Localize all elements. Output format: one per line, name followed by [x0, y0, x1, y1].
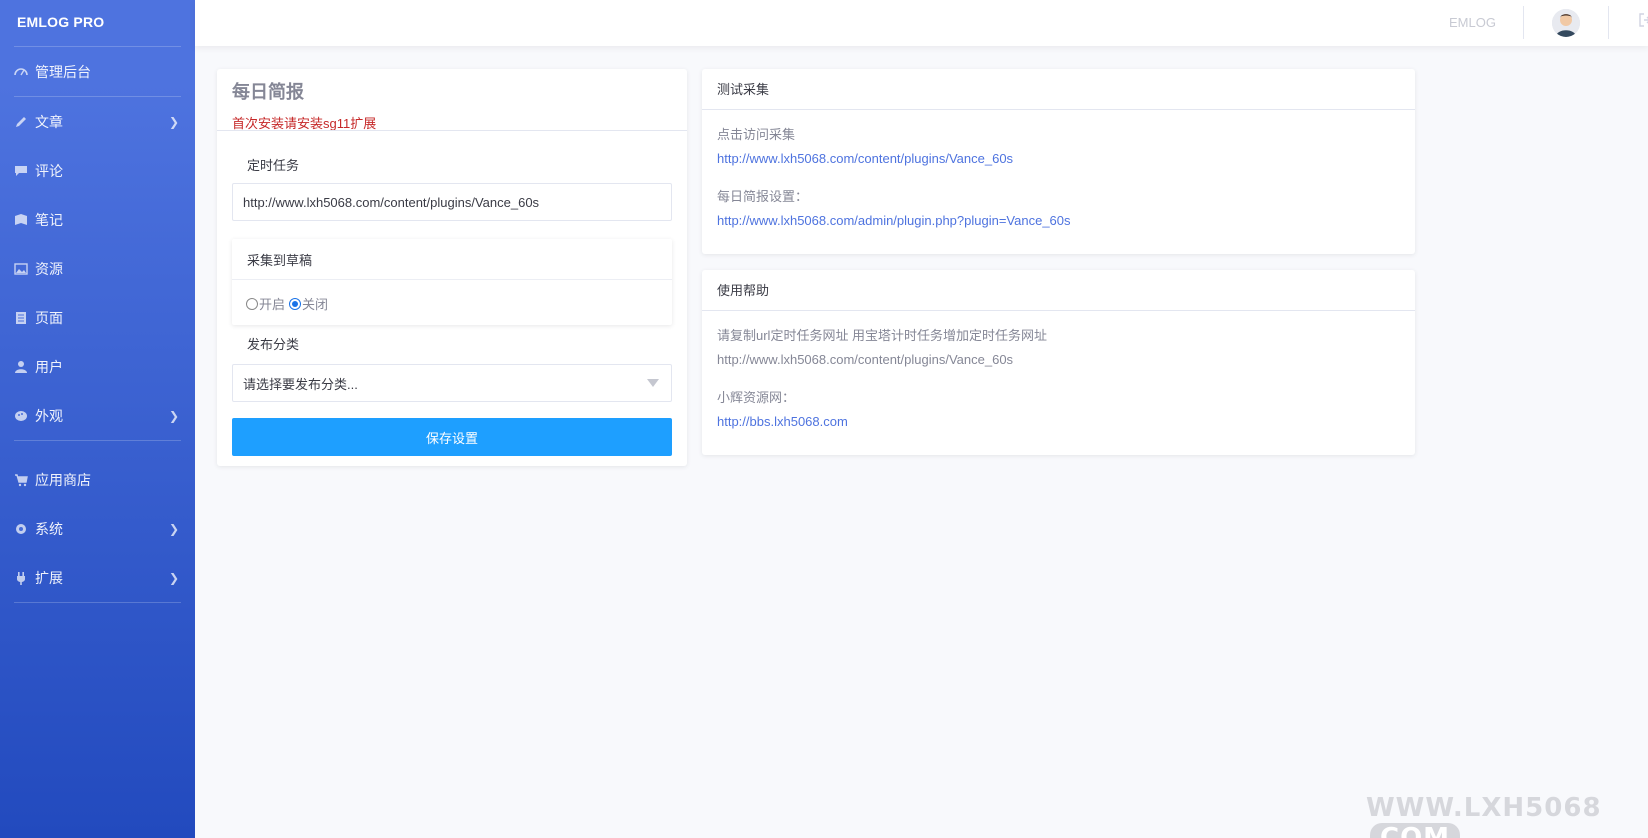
sidebar-item-label: 笔记 [35, 211, 63, 228]
sidebar-item-label: 文章 [35, 113, 63, 130]
card-title: 每日简报 [232, 82, 304, 102]
sidebar-item-users[interactable]: 用户 [0, 342, 195, 391]
visit-label: 点击访问采集 [717, 127, 796, 142]
dropdown-arrow-icon [647, 379, 659, 387]
category-select-value: 请选择要发布分类... [243, 376, 358, 392]
sidebar-divider [14, 602, 181, 603]
sidebar-item-label: 页面 [35, 309, 63, 326]
sidebar-item-label: 资源 [35, 260, 63, 277]
sidebar-item-comments[interactable]: 评论 [0, 146, 195, 195]
topbar-divider [1523, 6, 1524, 39]
cron-label: 定时任务 [247, 158, 300, 173]
sidebar-item-dashboard[interactable]: 管理后台 [0, 47, 195, 96]
cart-icon [14, 473, 28, 487]
help-cron-link[interactable]: http://www.lxh5068.com/content/plugins/V… [717, 348, 1400, 372]
watermark-suffix: COM [1370, 823, 1461, 838]
comment-icon [14, 164, 28, 178]
sidebar-item-label: 管理后台 [35, 63, 91, 80]
logout-icon[interactable] [1639, 13, 1648, 30]
watermark-text: WWW.LXH5068 [1366, 793, 1602, 823]
draft-radio-group: 开启 关闭 [246, 294, 328, 313]
visit-link[interactable]: http://www.lxh5068.com/content/plugins/V… [717, 147, 1400, 171]
sidebar-item-resources[interactable]: 资源 [0, 244, 195, 293]
settings-link[interactable]: http://www.lxh5068.com/admin/plugin.php?… [717, 209, 1400, 233]
sidebar-item-label: 外观 [35, 407, 63, 424]
radio-on-label[interactable]: 开启 [259, 294, 285, 313]
sidebar-item-notes[interactable]: 笔记 [0, 195, 195, 244]
draft-label: 采集到草稿 [247, 253, 313, 268]
pencil-icon [14, 115, 28, 129]
radio-on[interactable] [246, 297, 258, 310]
category-select[interactable]: 请选择要发布分类... [232, 364, 672, 402]
chevron-right-icon: ❯ [168, 570, 179, 585]
sidebar-item-label: 评论 [35, 162, 63, 179]
user-icon [14, 360, 28, 374]
category-label: 发布分类 [247, 337, 300, 352]
card-divider [217, 130, 687, 131]
topbar-divider [1608, 6, 1609, 39]
save-button[interactable]: 保存设置 [232, 418, 672, 456]
card-title: 使用帮助 [702, 270, 1415, 311]
sidebar-item-label: 用户 [35, 358, 63, 375]
card-title: 测试采集 [702, 69, 1415, 110]
sidebar-item-label: 系统 [35, 520, 63, 537]
cron-url-value: http://www.lxh5068.com/content/plugins/V… [243, 194, 540, 210]
sidebar-item-app-store[interactable]: 应用商店 [0, 455, 195, 504]
image-icon [14, 262, 28, 276]
chevron-right-icon: ❯ [168, 521, 179, 536]
site-label: 小辉资源网： [717, 390, 796, 405]
gear-icon [14, 522, 28, 536]
radio-off-label[interactable]: 关闭 [302, 294, 328, 313]
help-card: 使用帮助 请复制url定时任务网址 用宝塔计时任务增加定时任务网址 http:/… [702, 270, 1415, 455]
chevron-right-icon: ❯ [168, 114, 179, 129]
avatar-icon[interactable] [1552, 9, 1580, 37]
sidebar-item-pages[interactable]: 页面 [0, 293, 195, 342]
sidebar-item-label: 应用商店 [35, 471, 91, 488]
site-link[interactable]: http://bbs.lxh5068.com [717, 410, 1400, 434]
sidebar-item-appearance[interactable]: 外观 ❯ [0, 391, 195, 440]
topbar: EMLOG [195, 0, 1648, 46]
sidebar: EMLOG PRO 管理后台 文章 ❯ 评论 笔记 资源 页面 用户 外观 ❯ … [0, 0, 195, 838]
draft-section: 采集到草稿 开启 关闭 [232, 239, 672, 325]
note-icon [14, 213, 28, 227]
brand-logo[interactable]: EMLOG PRO [0, 0, 195, 46]
radio-off[interactable] [289, 297, 302, 310]
sidebar-item-system[interactable]: 系统 ❯ [0, 504, 195, 553]
settings-label: 每日简报设置： [717, 189, 809, 204]
help-instruction: 请复制url定时任务网址 用宝塔计时任务增加定时任务网址 [717, 328, 1048, 343]
sidebar-item-label: 扩展 [35, 569, 63, 586]
emlog-link[interactable]: EMLOG [1449, 15, 1496, 30]
test-collect-card: 测试采集 点击访问采集 http://www.lxh5068.com/conte… [702, 69, 1415, 254]
sidebar-item-articles[interactable]: 文章 ❯ [0, 97, 195, 146]
section-divider [232, 279, 672, 280]
palette-icon [14, 409, 28, 423]
daily-brief-card: 每日简报 首次安装请安装sg11扩展 定时任务 http://www.lxh50… [217, 69, 687, 466]
watermark: WWW.LXH5068COM [1366, 793, 1648, 838]
cron-url-input[interactable]: http://www.lxh5068.com/content/plugins/V… [232, 183, 672, 221]
plug-icon [14, 571, 28, 585]
sidebar-item-extensions[interactable]: 扩展 ❯ [0, 553, 195, 602]
chevron-right-icon: ❯ [168, 408, 179, 423]
page-icon [14, 311, 28, 325]
dashboard-icon [14, 65, 28, 79]
